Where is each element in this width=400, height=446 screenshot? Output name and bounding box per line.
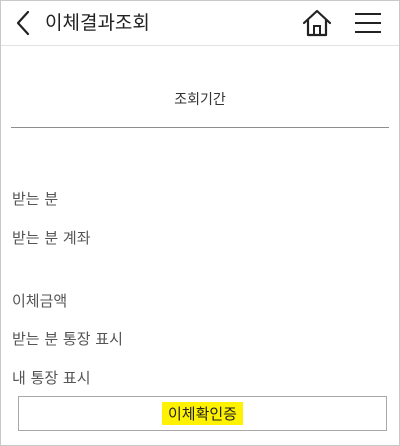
divider (11, 127, 389, 128)
chevron-left-icon (16, 10, 30, 36)
page-title: 이체결과조회 (45, 12, 150, 34)
top-bar: 이체결과조회 (1, 1, 399, 46)
transfer-certificate-label: 이체확인증 (161, 402, 243, 425)
recipient-passbook-memo-label: 받는 분 통장 표시 (12, 330, 123, 348)
back-button[interactable] (11, 9, 35, 37)
period-label: 조회기간 (174, 92, 226, 108)
recipient-label: 받는 분 (12, 190, 59, 208)
home-button[interactable] (301, 7, 333, 39)
transfer-certificate-button[interactable]: 이체확인증 (18, 396, 387, 431)
my-passbook-memo-label: 내 통장 표시 (12, 369, 91, 387)
amount-label: 이체금액 (12, 292, 68, 310)
menu-button[interactable] (351, 8, 385, 38)
recipient-account-label: 받는 분 계좌 (12, 229, 91, 247)
screen: 이체결과조회 조회기간 받는 분 받는 분 계좌 이체금액 받는 분 통장 표시… (0, 0, 400, 446)
home-icon (302, 9, 332, 37)
hamburger-menu-icon (355, 13, 381, 33)
